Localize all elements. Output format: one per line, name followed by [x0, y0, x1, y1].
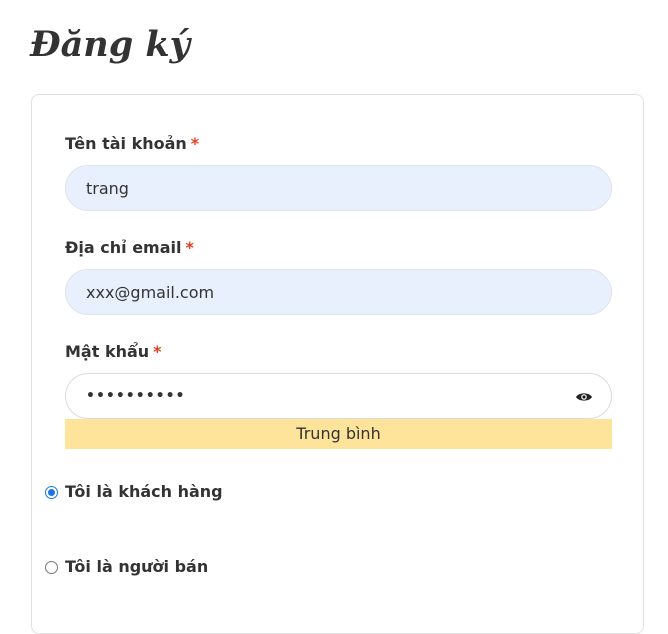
email-label: Địa chỉ email * [65, 238, 194, 258]
customer-radio-label[interactable]: Tôi là khách hàng [65, 482, 223, 502]
page-title: Đăng ký [30, 24, 190, 65]
password-label: Mật khẩu * [65, 342, 162, 362]
role-option-customer[interactable]: Tôi là khách hàng [45, 482, 223, 502]
eye-icon[interactable] [575, 389, 593, 405]
password-masked-value: •••••••••• [86, 388, 186, 404]
seller-radio[interactable] [45, 561, 58, 574]
required-mark: * [190, 134, 200, 153]
password-strength-indicator: Trung bình [65, 419, 612, 449]
required-mark: * [153, 342, 162, 361]
username-label-text: Tên tài khoản [65, 134, 187, 153]
register-form-card: Tên tài khoản * trang Địa chỉ email * xxx@… [31, 94, 644, 634]
username-label: Tên tài khoản * [65, 134, 199, 154]
customer-radio[interactable] [45, 486, 58, 499]
email-label-text: Địa chỉ email [65, 238, 182, 257]
email-input[interactable]: xxx@gmail.com [65, 269, 612, 315]
username-value: trang [86, 178, 129, 198]
seller-radio-label[interactable]: Tôi là người bán [65, 557, 208, 577]
password-label-text: Mật khẩu [65, 342, 150, 361]
email-value: xxx@gmail.com [86, 282, 215, 302]
username-input[interactable]: trang [65, 165, 612, 211]
password-input[interactable]: •••••••••• [65, 373, 612, 419]
required-mark: * [185, 238, 194, 257]
role-option-seller[interactable]: Tôi là người bán [45, 557, 208, 577]
